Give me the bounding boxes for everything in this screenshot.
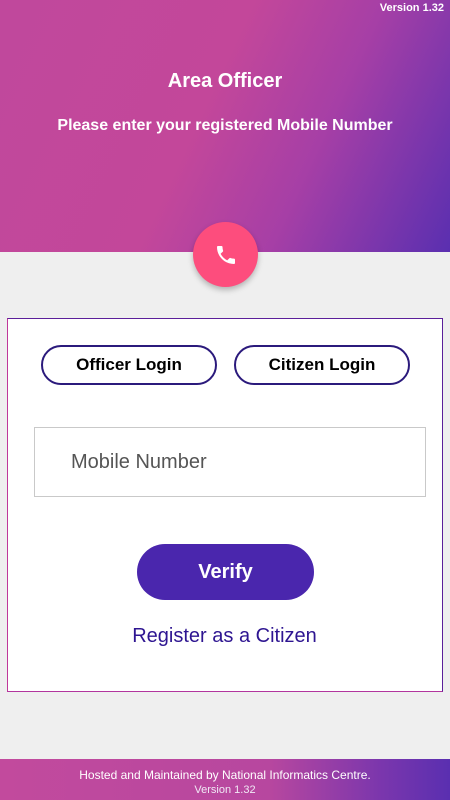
header-banner: Version 1.32 Area Officer Please enter y… [0,0,450,252]
login-screen: Version 1.32 Area Officer Please enter y… [0,0,450,800]
verify-button[interactable]: Verify [137,544,314,600]
mobile-number-input[interactable] [71,450,425,474]
page-title: Area Officer [167,70,283,92]
mobile-number-field[interactable] [34,427,426,497]
footer-hosted-text: Hosted and Maintained by National Inform… [79,768,371,782]
register-citizen-link[interactable]: Register as a Citizen [8,625,441,648]
citizen-login-button[interactable]: Citizen Login [234,345,410,385]
version-label: Version 1.32 [379,2,444,14]
footer: Hosted and Maintained by National Inform… [0,759,450,800]
phone-icon [216,245,235,264]
phone-button[interactable] [193,222,258,287]
login-card: Officer Login Citizen Login Verify Regis… [7,318,443,692]
footer-version: Version 1.32 [194,784,256,796]
page-subtitle: Please enter your registered Mobile Numb… [57,117,393,134]
officer-login-button[interactable]: Officer Login [41,345,217,385]
